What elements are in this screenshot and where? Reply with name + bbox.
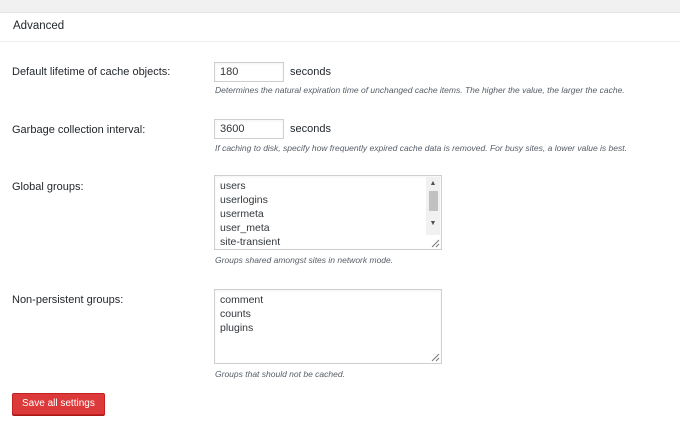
global-groups-description: Groups shared amongst sites in network m… [215,255,394,265]
non-persistent-groups-label: Non-persistent groups: [12,294,124,306]
default-lifetime-description: Determines the natural expiration time o… [215,85,625,95]
non-persistent-groups-textarea[interactable]: comment counts plugins [214,289,442,364]
non-persistent-groups-lines: comment counts plugins [220,293,263,335]
list-item: users [220,180,246,192]
gc-interval-description: If caching to disk, specify how frequent… [215,143,627,153]
global-groups-label: Global groups: [12,181,84,193]
list-item: userlogins [220,194,268,206]
global-groups-scrollbar[interactable]: ▲ ▼ [426,177,440,235]
save-all-settings-button[interactable]: Save all settings [12,393,105,415]
panel-header: Advanced [0,13,680,42]
list-item: usermeta [220,208,264,220]
global-groups-lines: users userlogins usermeta user_meta site… [220,179,280,249]
resize-handle-icon[interactable] [431,353,440,362]
default-lifetime-label: Default lifetime of cache objects: [12,66,171,78]
list-item: comment [220,294,264,306]
default-lifetime-input[interactable] [214,62,284,82]
advanced-settings-panel: Advanced Default lifetime of cache objec… [0,12,680,443]
gc-interval-input[interactable] [214,119,284,139]
list-item: plugins [220,322,254,334]
list-item: user_meta [220,222,270,234]
scroll-up-arrow-icon[interactable]: ▲ [426,177,440,189]
global-groups-textarea[interactable]: users userlogins usermeta user_meta site… [214,175,442,250]
panel-title: Advanced [13,20,65,32]
list-item: site-transient [220,236,281,248]
gc-interval-unit: seconds [290,123,331,135]
non-persistent-groups-description: Groups that should not be cached. [215,369,345,379]
scroll-down-arrow-icon[interactable]: ▼ [426,217,440,229]
gc-interval-label: Garbage collection interval: [12,124,146,136]
list-item: counts [220,308,251,320]
resize-handle-icon[interactable] [431,239,440,248]
default-lifetime-unit: seconds [290,66,331,78]
scrollbar-thumb[interactable] [429,191,438,211]
